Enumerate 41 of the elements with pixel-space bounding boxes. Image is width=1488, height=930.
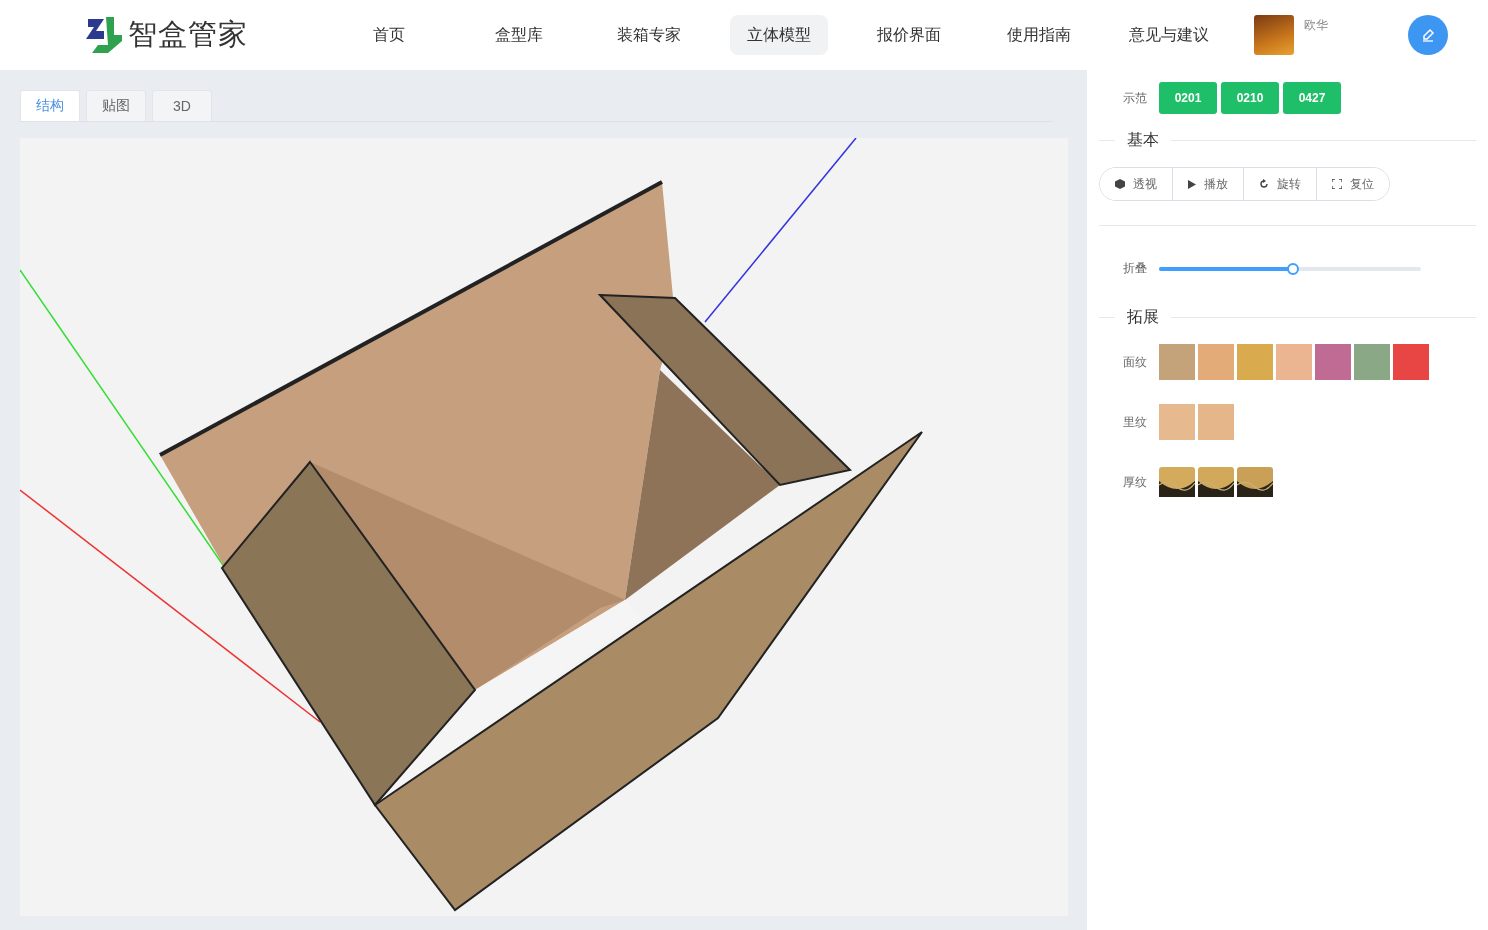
nav-tab[interactable]: 使用指南 (990, 15, 1088, 55)
view-tab[interactable]: 结构 (20, 90, 80, 121)
pencil-icon (1421, 28, 1435, 42)
play-icon (1188, 179, 1196, 189)
color-swatch[interactable] (1198, 344, 1234, 380)
texture-label: 面纹 (1123, 353, 1147, 371)
color-swatch[interactable] (1237, 344, 1273, 380)
3d-viewport[interactable] (20, 138, 1068, 916)
cube-icon (1115, 179, 1125, 189)
logo-icon (84, 15, 122, 55)
color-swatch[interactable] (1159, 404, 1195, 440)
corrugation-swatch[interactable] (1159, 464, 1195, 500)
color-swatch[interactable] (1198, 404, 1234, 440)
fullscreen-icon (1332, 179, 1342, 189)
color-swatch[interactable] (1276, 344, 1312, 380)
rotate-icon (1259, 179, 1269, 189)
toolbar-button[interactable]: 透视 (1100, 168, 1173, 200)
corrugation-swatch[interactable] (1237, 464, 1273, 500)
texture-label: 里纹 (1123, 413, 1147, 431)
user-name: 欧华 (1304, 17, 1328, 34)
brand-name: 智盒管家 (128, 17, 248, 52)
view-tab[interactable]: 贴图 (86, 90, 146, 121)
texture-label: 厚纹 (1123, 473, 1147, 491)
color-swatch[interactable] (1354, 344, 1390, 380)
color-swatch[interactable] (1393, 344, 1429, 380)
nav-tab[interactable]: 装箱专家 (600, 15, 698, 55)
edit-button[interactable] (1408, 15, 1448, 55)
demo-label: 示范 (1123, 89, 1147, 107)
nav-tab[interactable]: 立体模型 (730, 15, 828, 55)
section-title: 基本 (1127, 130, 1159, 150)
avatar-photo-placeholder[interactable] (1254, 15, 1294, 55)
nav-tab[interactable]: 意见与建议 (1120, 15, 1218, 55)
view-tab[interactable]: 3D (152, 90, 212, 121)
fold-label: 折叠 (1123, 260, 1147, 277)
section-title: 拓展 (1127, 307, 1159, 327)
color-swatch[interactable] (1159, 344, 1195, 380)
nav-tab[interactable]: 盒型库 (470, 15, 568, 55)
nav-tab[interactable]: 首页 (340, 15, 438, 55)
color-swatch[interactable] (1315, 344, 1351, 380)
nav-tab[interactable]: 报价界面 (860, 15, 958, 55)
corrugation-swatch[interactable] (1198, 464, 1234, 500)
